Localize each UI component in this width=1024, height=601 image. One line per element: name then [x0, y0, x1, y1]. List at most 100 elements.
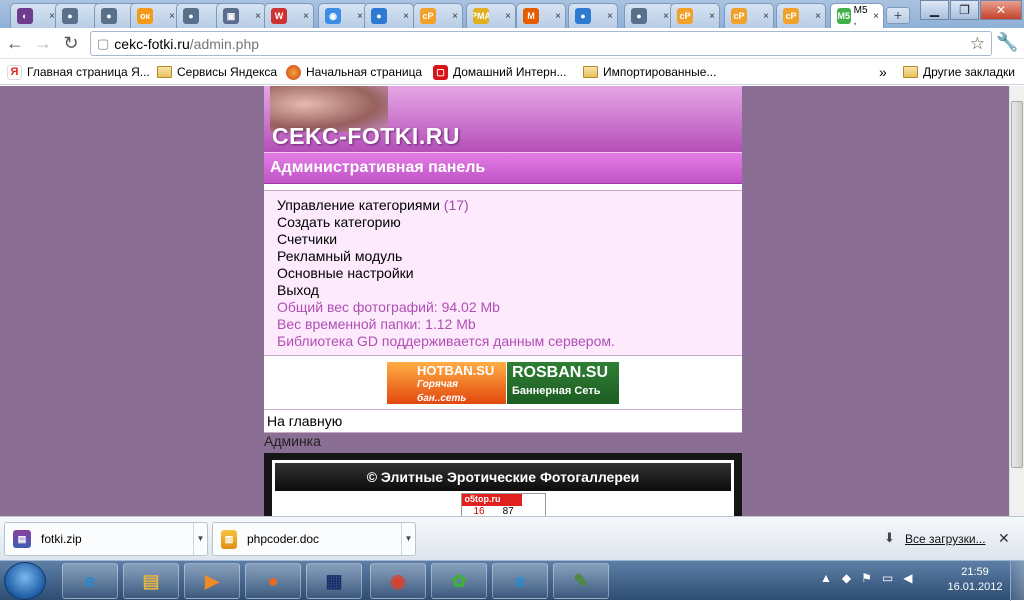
tab-active[interactable]: M5 M5 , × — [830, 3, 884, 28]
forward-button[interactable]: → — [32, 33, 54, 53]
close-icon[interactable]: × — [403, 11, 409, 22]
bookmark-imported[interactable]: Импортированные... — [583, 63, 716, 81]
counter-left: 16 — [473, 506, 485, 516]
hotban-banner[interactable]: HOTBAN.SU Горячая бан..сеть — [387, 362, 506, 404]
browser-tab[interactable]: M × — [516, 3, 566, 28]
star-icon[interactable]: ☆ — [970, 34, 985, 54]
close-icon[interactable]: × — [815, 11, 821, 22]
icq-icon[interactable]: ✿ — [431, 563, 487, 599]
back-button[interactable]: ← — [4, 33, 26, 53]
home-link[interactable]: На главную — [264, 410, 742, 433]
info-temp-weight: Вес временной папки: 1.12 Mb — [277, 316, 476, 332]
floppy-save-icon[interactable]: ▦ — [306, 563, 362, 599]
editor-icon[interactable]: ✎ — [553, 563, 609, 599]
file-explorer-icon[interactable]: ▤ — [123, 563, 179, 599]
cp-tab-icon: cP — [731, 8, 747, 24]
close-icon[interactable]: × — [357, 11, 363, 22]
browser-tab[interactable]: cP × — [724, 3, 774, 28]
bookmark-start-page[interactable]: Начальная страница — [286, 63, 422, 81]
browser-tab[interactable]: cP × — [670, 3, 720, 28]
browser-tab[interactable]: ▣ × — [216, 3, 266, 28]
download-item-fotki[interactable]: ▤ fotki.zip ▼ — [4, 522, 208, 556]
download-item-phpcoder[interactable]: ▥ phpcoder.doc ▼ — [212, 522, 416, 556]
close-icon[interactable]: × — [873, 11, 879, 22]
chevron-down-icon[interactable]: ▼ — [193, 523, 207, 555]
flag-icon[interactable]: ⚑ — [861, 571, 872, 585]
menu-main-settings[interactable]: Основные настройки — [277, 265, 742, 282]
browser-tab[interactable]: cP × — [776, 3, 826, 28]
browser-tab[interactable]: PMA × — [466, 3, 516, 28]
url-path: /admin.php — [189, 35, 260, 52]
browser-tab[interactable]: ●× — [568, 3, 618, 28]
browser-tab[interactable]: ок × — [130, 3, 180, 28]
m-tab-icon: M — [523, 8, 539, 24]
chevron-down-icon[interactable]: ▼ — [401, 523, 415, 555]
media-player-icon[interactable]: ▶ — [184, 563, 240, 599]
menu-counters[interactable]: Счетчики — [277, 231, 742, 248]
counter-brand: o5top.ru — [461, 494, 522, 506]
maximize-button[interactable]: ❐ — [950, 0, 979, 20]
reload-button[interactable]: ↻ — [60, 33, 82, 53]
bookmark-yandex[interactable]: Я Главная страница Я... — [7, 63, 150, 81]
browser-tab[interactable]: W × — [264, 3, 314, 28]
chrome-icon[interactable]: ◉ — [370, 563, 426, 599]
close-icon[interactable]: × — [555, 11, 561, 22]
rosban-banner[interactable]: ROSBAN.SU Баннерная Сеть — [507, 362, 619, 404]
bookmark-home-internet[interactable]: ▢ Домашний Интерн... — [433, 63, 566, 81]
close-icon[interactable]: × — [303, 11, 309, 22]
menu-manage-categories[interactable]: Управление категориями (17) — [277, 197, 742, 214]
folder-icon — [903, 66, 918, 78]
close-icon[interactable]: × — [452, 11, 458, 22]
network-icon[interactable]: ◆ — [842, 571, 851, 585]
show-desktop-button[interactable] — [1010, 561, 1024, 601]
internet-explorer-icon[interactable]: e — [62, 563, 118, 599]
active-tab-icon: M5 — [837, 8, 851, 24]
browser-tab[interactable]: ◉ × — [318, 3, 368, 28]
menu-logout[interactable]: Выход — [277, 282, 742, 299]
close-icon[interactable]: × — [607, 11, 613, 22]
chrome-tab-icon: ◐ — [17, 8, 33, 24]
top-counter[interactable]: o5top.ru 16 87 — [460, 493, 546, 516]
close-downloads-button[interactable]: ✕ — [998, 530, 1010, 547]
browser-tab[interactable]: ◐ × — [10, 3, 60, 28]
close-icon[interactable]: × — [169, 11, 175, 22]
volume-icon[interactable]: ◀ — [903, 571, 912, 585]
menu-ad-module[interactable]: Рекламный модуль — [277, 248, 742, 265]
bookmark-yandex-services[interactable]: Сервисы Яндекса — [157, 63, 277, 81]
address-bar[interactable]: ▢ cekc-fotki.ru /admin.php ☆ — [90, 31, 992, 56]
display-icon[interactable]: ▭ — [882, 571, 893, 585]
scrollbar-thumb[interactable] — [1011, 101, 1023, 468]
tray-arrow-icon[interactable]: ▲ — [820, 571, 832, 585]
toolbar: ← → ↻ ▢ cekc-fotki.ru /admin.php ☆ 🔧 — [0, 28, 1024, 59]
minimize-button[interactable]: ▁ — [920, 0, 949, 20]
all-downloads-link[interactable]: Все загрузки... — [905, 532, 986, 546]
close-icon[interactable]: × — [255, 11, 261, 22]
info-gd-support: Библиотека GD поддерживается данным серв… — [277, 333, 615, 349]
site-banner: CEKC-FOTKI.RU — [264, 86, 742, 152]
page-viewport: CEKC-FOTKI.RU Административная панель Уп… — [0, 86, 1009, 516]
firefox-icon[interactable]: ● — [245, 563, 301, 599]
browser-tab[interactable]: ●× — [364, 3, 414, 28]
close-icon[interactable]: × — [663, 11, 669, 22]
browser-tab[interactable]: cP × — [413, 3, 463, 28]
bookmarks-more-button[interactable]: » — [879, 63, 887, 81]
clock-time: 21:59 — [961, 566, 989, 578]
footer-title: © Элитные Эротические Фотогаллереи — [275, 463, 731, 491]
clock[interactable]: 21:59 16.01.2012 — [945, 565, 1005, 595]
close-icon[interactable]: × — [763, 11, 769, 22]
bookmarks-bar: Я Главная страница Я... Сервисы Яндекса … — [0, 59, 1024, 85]
close-icon[interactable]: × — [505, 11, 511, 22]
bookmark-other[interactable]: Другие закладки — [903, 63, 1015, 81]
menu-create-category[interactable]: Создать категорию — [277, 214, 742, 231]
close-window-button[interactable]: ✕ — [980, 0, 1022, 20]
wrench-icon[interactable]: 🔧 — [996, 32, 1018, 53]
start-button[interactable] — [4, 562, 46, 600]
internet-explorer-icon[interactable]: e — [492, 563, 548, 599]
close-icon[interactable]: × — [709, 11, 715, 22]
browser-tab[interactable]: ●× — [624, 3, 674, 28]
folder-icon — [583, 66, 598, 78]
admin-menu: Управление категориями (17) Создать кате… — [264, 190, 742, 356]
url-host: cekc-fotki.ru — [114, 35, 190, 52]
new-tab-button[interactable]: + — [886, 7, 910, 24]
globe-tab-icon: ● — [575, 8, 591, 24]
